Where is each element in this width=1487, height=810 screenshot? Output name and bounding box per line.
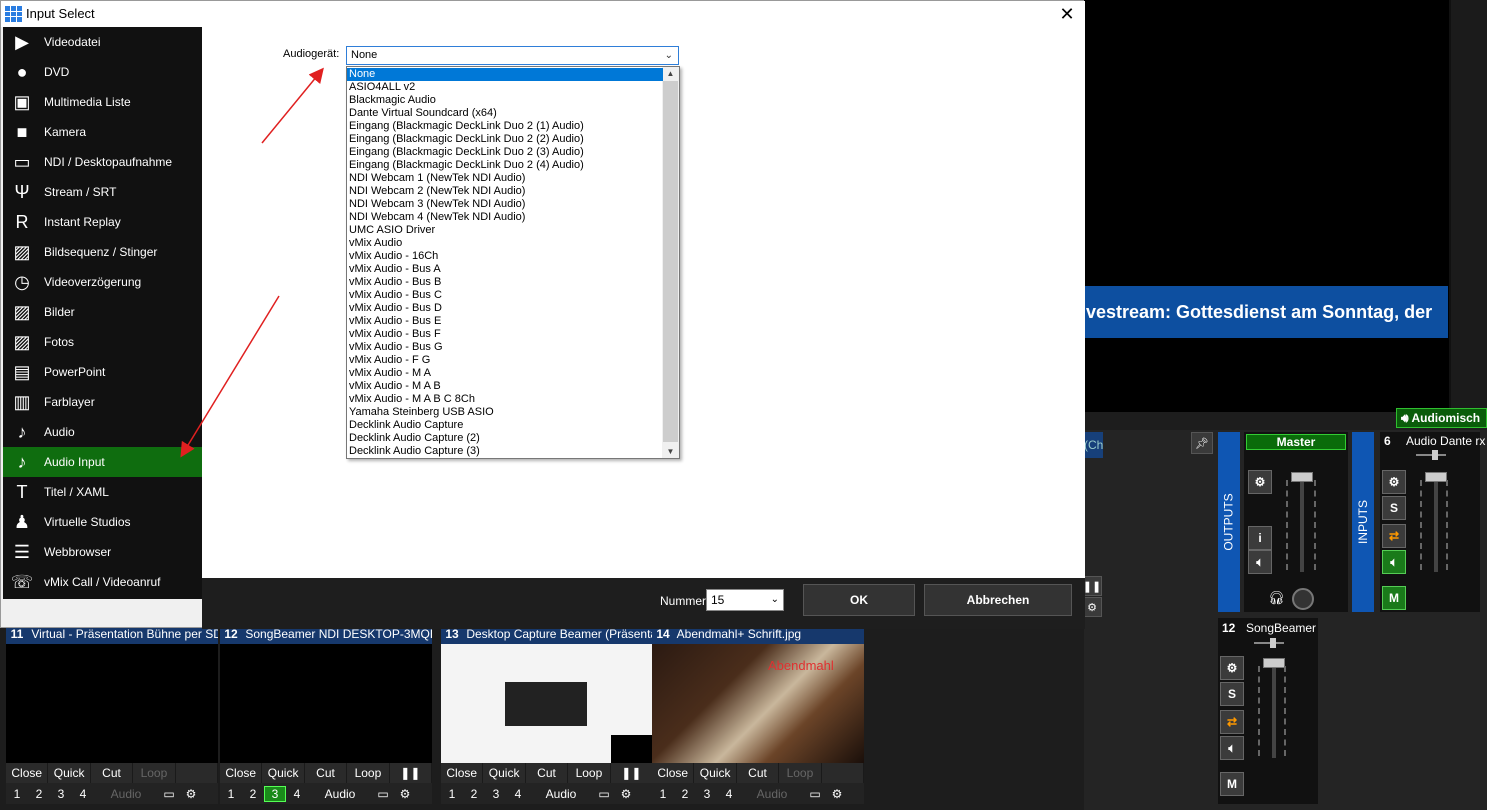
arrow-to-audio-input xyxy=(180,295,280,458)
arrow-to-audio-device xyxy=(261,67,324,144)
annotation-arrows xyxy=(180,67,324,458)
